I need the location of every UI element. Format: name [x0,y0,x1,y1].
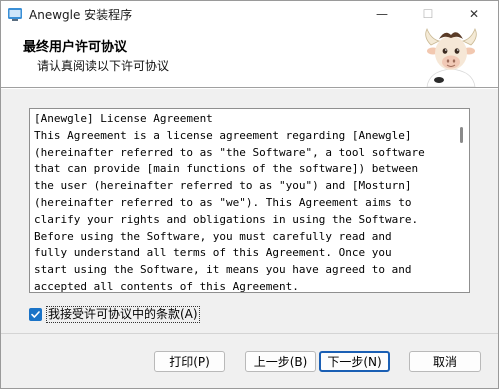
license-line: This Agreement is a license agreement re… [34,128,412,142]
license-line: start using the Software, it means you h… [34,263,412,277]
license-scrollbar[interactable] [455,109,469,292]
title-bar[interactable]: Anewgle 安装程序 — ☐ ✕ [1,1,498,27]
header-divider-highlight [1,88,498,89]
license-text: [Anewgle] License Agreement This Agreeme… [34,111,454,293]
license-line: fully understand all terms of this Agree… [34,246,392,260]
license-line: clarify your rights and obligations in u… [34,212,419,226]
page-title: 最终用户许可协议 [23,40,128,55]
close-button[interactable]: ✕ [451,1,497,27]
window-title: Anewgle 安装程序 [29,8,133,22]
print-button[interactable]: 打印(P) [154,351,225,372]
minimize-button[interactable]: — [359,1,405,27]
next-button[interactable]: 下一步(N) [319,351,390,372]
checkmark-icon [31,311,40,318]
maximize-button[interactable]: ☐ [405,1,451,27]
back-button[interactable]: 上一步(B) [245,351,316,372]
license-line: (hereinafter referred to as "the Softwar… [34,145,425,159]
license-text-area[interactable]: [Anewgle] License Agreement This Agreeme… [29,108,470,293]
bull-mascot-image [425,28,477,87]
minimize-icon: — [376,7,388,21]
installer-icon [8,8,22,21]
accept-checkbox[interactable] [29,308,42,321]
license-line: (hereinafter referred to as "we"). This … [34,195,412,209]
accept-agreement-checkbox-row[interactable]: 我接受许可协议中的条款(A) [29,306,200,323]
installer-window: Anewgle 安装程序 — ☐ ✕ 最终用户许可协议 请认真阅读以下许可协议 [0,0,499,389]
wizard-header: 最终用户许可协议 请认真阅读以下许可协议 [1,27,498,87]
license-line: accepted all contents of this Agreement. [34,279,299,293]
license-line: [Anewgle] License Agreement [34,112,213,125]
cancel-button[interactable]: 取消 [409,351,481,372]
maximize-icon: ☐ [422,7,434,21]
accept-checkbox-label[interactable]: 我接受许可协议中的条款(A) [46,306,200,323]
license-line: that can provide [main functions of the … [34,162,419,176]
license-line: Before using the Software, you must care… [34,229,392,243]
license-line: the user (hereinafter referred to as "yo… [34,179,412,193]
scroll-thumb[interactable] [460,127,463,143]
close-icon: ✕ [468,7,480,21]
page-subtitle: 请认真阅读以下许可协议 [37,59,170,73]
footer-divider [1,333,498,334]
